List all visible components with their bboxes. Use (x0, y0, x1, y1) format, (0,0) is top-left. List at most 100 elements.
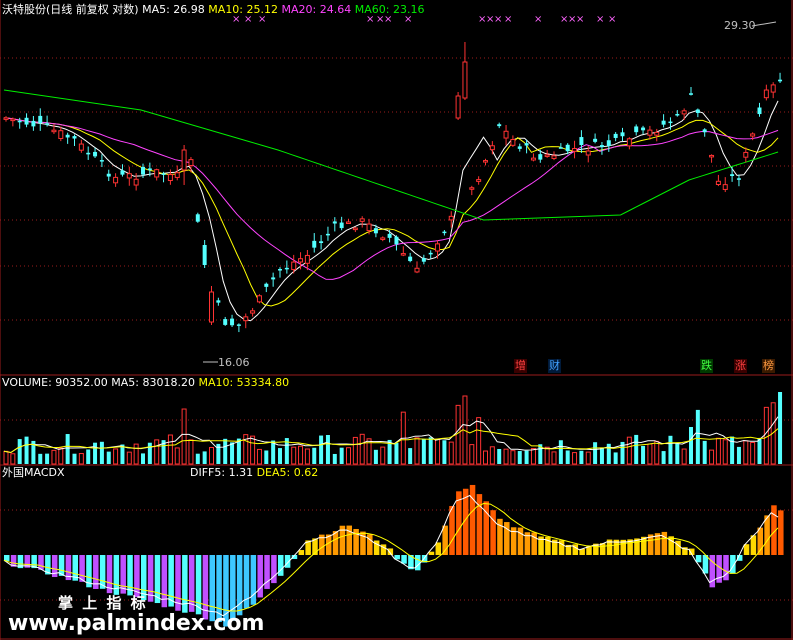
volume-bar (359, 433, 365, 465)
volume-bar (78, 453, 84, 465)
candle-body (188, 159, 194, 167)
price-low-label: 16.06 (218, 356, 250, 369)
volume-bar (181, 408, 187, 465)
candle-body (339, 222, 344, 229)
candle-body (435, 243, 441, 252)
candle-body (120, 170, 125, 175)
volume-bar (325, 435, 330, 464)
volume-bar (517, 451, 522, 464)
candle-body (400, 253, 406, 256)
volume-bar (408, 448, 413, 464)
signal-tag-cai[interactable]: 财 (548, 359, 561, 373)
candle-body (654, 131, 660, 136)
chart-title: 沃特股份(日线 前复权 对数) (2, 3, 139, 16)
candle-body (202, 245, 207, 265)
candle-body (394, 236, 399, 245)
candle-body (497, 124, 502, 127)
volume-bar (133, 443, 139, 465)
volume-bar (778, 392, 783, 464)
volume-bar (489, 446, 495, 465)
candle-body (647, 129, 653, 136)
candle-body (113, 176, 119, 184)
macd-dea: DEA5: 0.62 (256, 466, 319, 479)
candle-body (448, 215, 454, 221)
candle-body (455, 95, 461, 119)
candle-body (770, 84, 776, 93)
candle-body (167, 174, 173, 182)
volume-bar (319, 435, 324, 464)
candle-body (585, 150, 591, 156)
volume-bar (394, 442, 399, 464)
candle-body (271, 277, 276, 280)
volume-bar (626, 436, 632, 465)
candle-body (380, 237, 386, 240)
candle-body (216, 300, 221, 303)
volume-bar (681, 448, 687, 465)
price-high-pointer (751, 21, 777, 27)
macd-bar (469, 484, 476, 555)
candle-body (304, 254, 310, 264)
volume-bar (291, 446, 297, 465)
candle-body (489, 145, 495, 151)
candle-body (195, 214, 200, 222)
volume-bar (86, 449, 91, 464)
macd-bar (236, 555, 243, 616)
volume-bar (510, 450, 516, 465)
candle-body (572, 147, 578, 152)
volume-bar (750, 441, 756, 465)
signal-tag-zeng[interactable]: 增 (514, 359, 527, 373)
volume-bar (339, 447, 344, 464)
candle-body (428, 252, 433, 255)
macd-bar (490, 510, 496, 555)
signal-tag-die[interactable]: 跌 (700, 359, 713, 373)
volume-bar (455, 404, 461, 465)
candle-body (593, 138, 598, 142)
volume-bar (154, 439, 160, 465)
candle-body (154, 169, 160, 178)
volume-bar (524, 450, 529, 464)
volume-bar (599, 447, 604, 464)
macd-bar (278, 555, 284, 576)
macd-bar (695, 555, 702, 563)
volume-bar (256, 448, 262, 465)
ma10-legend: MA10: 25.12 (208, 3, 279, 16)
macd-bar (778, 510, 784, 555)
candle-body (298, 258, 304, 263)
volume-bar (558, 440, 563, 464)
volume-ma10: MA10: 53334.80 (198, 376, 290, 389)
candle-body (319, 241, 324, 244)
candle-body (86, 152, 91, 155)
chart-canvas[interactable]: × × × × × × × × × × × × × × × × × (0, 0, 793, 640)
candle-body (524, 143, 529, 146)
candle-body (38, 115, 43, 124)
macd-bar (298, 550, 305, 555)
signal-tag-bang[interactable]: 榜 (762, 359, 775, 373)
volume-bar (380, 446, 386, 465)
candle-body (661, 120, 666, 125)
signal-tag-zhang[interactable]: 涨 (734, 359, 747, 373)
volume-bar (93, 442, 98, 464)
candle-body (106, 173, 111, 177)
ma5-legend: MA5: 26.98 (142, 3, 205, 16)
macd-bar (250, 555, 257, 605)
candle-body (230, 318, 235, 326)
candle-body (284, 267, 289, 270)
candle-body (736, 178, 741, 180)
candle-body (45, 123, 50, 125)
volume-bar (373, 449, 378, 464)
macd-bar (483, 501, 489, 555)
candle-body (778, 79, 783, 82)
candle-body (606, 140, 611, 146)
main-legend: 沃特股份(日线 前复权 对数) MA5: 26.98 MA10: 25.12 M… (2, 3, 424, 17)
volume-bar (304, 448, 310, 465)
ma20-line (3, 117, 779, 280)
candle-body (681, 110, 687, 115)
volume-bar (45, 453, 50, 464)
volume-bar (530, 447, 536, 465)
volume-bar (167, 434, 173, 465)
volume-bar (106, 451, 111, 464)
volume-bar (346, 447, 351, 465)
macd-bar (702, 555, 709, 574)
candle-body (743, 151, 749, 158)
candle-body (174, 172, 180, 178)
